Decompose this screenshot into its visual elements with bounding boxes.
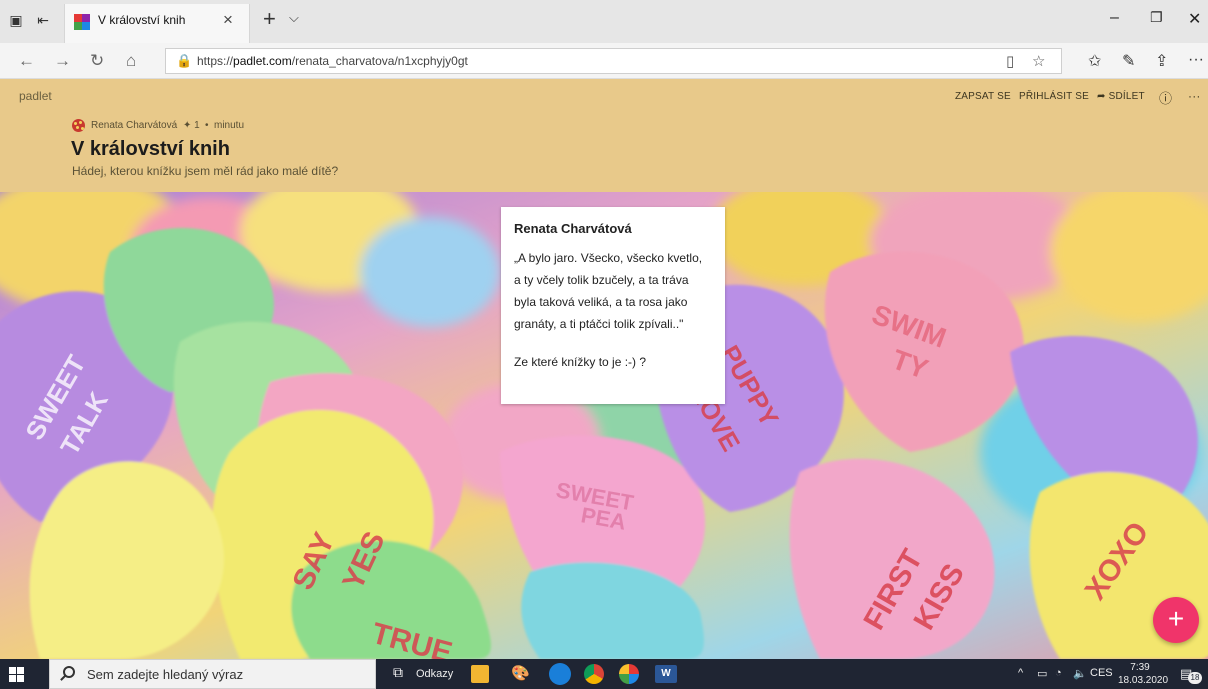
back-icon[interactable]: ← xyxy=(18,52,35,70)
app-icon[interactable] xyxy=(619,664,639,684)
new-tab-icon[interactable]: + xyxy=(263,7,276,31)
header-more-icon[interactable]: ··· xyxy=(1188,89,1201,103)
task-view-icon[interactable]: ⧉ xyxy=(393,664,403,681)
close-window-icon[interactable]: ✕ xyxy=(1188,9,1201,29)
notification-count: 18 xyxy=(1188,672,1202,684)
padlet-favicon-icon xyxy=(74,14,90,30)
search-icon xyxy=(63,666,75,678)
clock[interactable]: 7:39 18.03.2020 xyxy=(1118,661,1169,687)
favorites-icon[interactable]: ✩ xyxy=(1088,51,1101,71)
forward-icon[interactable]: → xyxy=(54,52,71,70)
windows-start-icon[interactable] xyxy=(9,667,24,682)
more-icon[interactable]: ··· xyxy=(1188,51,1204,69)
taskbar-search-input[interactable]: Sem zadejte hledaný výraz xyxy=(49,659,376,689)
volume-icon[interactable]: 🔈 xyxy=(1073,667,1087,680)
links-toolbar[interactable]: Odkazy xyxy=(416,668,453,680)
padlet-header: padlet ZAPSAT SE PŘIHLÁSIT SE ➦ SDÍLET ⓘ… xyxy=(0,79,1208,192)
paint-icon[interactable]: 🎨 xyxy=(511,664,530,682)
tab-list-chevron-icon[interactable]: ⌵ xyxy=(289,10,299,26)
refresh-icon[interactable]: ↻ xyxy=(90,52,104,70)
notifications-icon[interactable]: ▤ 18 xyxy=(1180,666,1202,684)
pen-icon[interactable]: ✎ xyxy=(1122,51,1135,71)
minimize-icon[interactable]: – xyxy=(1110,9,1119,27)
share-arrow-icon: ➦ xyxy=(1097,91,1106,102)
post-line: byla taková veliká, a ta rosa jako xyxy=(514,295,688,309)
tab-close-icon[interactable]: × xyxy=(223,10,233,30)
battery-icon[interactable]: ▭ xyxy=(1037,667,1047,680)
chrome-icon[interactable] xyxy=(584,664,604,684)
share-browser-icon[interactable]: ⇪ xyxy=(1155,51,1168,71)
post-question: Ze které knížky to je :-) ? xyxy=(514,355,647,369)
browser-tab-bar: ▣ ⇤ V království knih × + ⌵ – ❐ ✕ xyxy=(0,0,1208,43)
set-aside-tabs-icon[interactable]: ⇤ xyxy=(35,12,51,28)
signup-link[interactable]: ZAPSAT SE xyxy=(955,91,1011,102)
clock-time: 7:39 xyxy=(1130,662,1150,673)
taskbar: Sem zadejte hledaný výraz ⧉ Odkazy 🎨 W ^… xyxy=(0,659,1208,689)
address-bar-row: ← → ↻ ⌂ 🔒 https://padlet.com/renata_char… xyxy=(0,43,1208,79)
browser-tab-active[interactable]: V království knih × xyxy=(64,4,250,43)
plus-count: ✦ 1 xyxy=(183,120,200,131)
separator-dot: • xyxy=(205,120,209,131)
tray-chevron-icon[interactable]: ^ xyxy=(1018,667,1023,679)
login-link[interactable]: PŘIHLÁSIT SE xyxy=(1019,91,1089,102)
time-ago: minutu xyxy=(214,120,245,131)
post-author: Renata Charvátová xyxy=(514,221,632,236)
tab-title: V království knih xyxy=(98,13,186,27)
padlet-logo[interactable]: padlet xyxy=(19,89,52,103)
page-title: V království knih xyxy=(71,138,230,160)
lock-icon: 🔒 xyxy=(176,53,193,68)
share-link[interactable]: ➦ SDÍLET xyxy=(1097,91,1145,102)
add-post-button[interactable]: + xyxy=(1153,597,1199,643)
tab-actions-icon[interactable]: ▣ xyxy=(8,12,24,28)
page-description: Hádej, kterou knížku jsem měl rád jako m… xyxy=(72,164,339,178)
wifi-icon[interactable]: ◔ xyxy=(1055,667,1062,679)
avatar xyxy=(72,119,85,132)
post-card[interactable]: Renata Charvátová „A bylo jaro. Všecko, … xyxy=(501,207,725,404)
post-line: a ty včely tolik bzučely, a ta tráva xyxy=(514,273,689,287)
edge-icon[interactable] xyxy=(549,663,571,685)
author-name[interactable]: Renata Charvátová xyxy=(91,120,177,131)
store-icon[interactable] xyxy=(471,665,489,683)
word-icon[interactable]: W xyxy=(655,665,677,683)
clock-date: 18.03.2020 xyxy=(1118,675,1169,686)
post-line: „A bylo jaro. Všecko, všecko kvetlo, xyxy=(514,251,703,265)
favorite-star-icon[interactable]: ☆ xyxy=(1032,52,1045,70)
post-line: granáty, a ti ptáčci tolik zpívali.." xyxy=(514,317,684,331)
reading-view-icon[interactable]: ▯ xyxy=(1006,52,1014,70)
url-text: https://padlet.com/renata_charvatova/n1x… xyxy=(197,54,468,68)
language-indicator[interactable]: CES xyxy=(1090,667,1113,679)
search-placeholder: Sem zadejte hledaný výraz xyxy=(87,667,244,682)
restore-icon[interactable]: ❐ xyxy=(1150,9,1163,26)
help-icon[interactable]: ⓘ xyxy=(1159,88,1172,107)
home-icon[interactable]: ⌂ xyxy=(126,52,136,70)
url-input[interactable]: 🔒 https://padlet.com/renata_charvatova/n… xyxy=(165,48,1062,74)
